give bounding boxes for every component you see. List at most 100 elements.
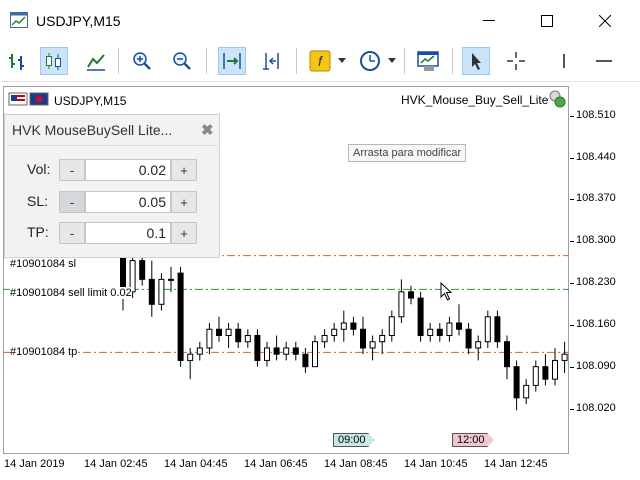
candle-body: [302, 353, 309, 368]
maximize-button[interactable]: [534, 8, 560, 34]
candle-body: [264, 347, 270, 361]
vol-label: Vol:: [27, 161, 51, 177]
periods-icon[interactable]: [356, 47, 384, 75]
price-tick-mark: [570, 158, 574, 159]
templates-icon[interactable]: [414, 47, 442, 75]
toolbar-separator: [118, 48, 119, 74]
tp-minus-button[interactable]: -: [59, 222, 85, 244]
close-button[interactable]: [592, 8, 618, 34]
time-tick: 14 Jan 08:45: [324, 458, 388, 470]
symbol-flag-icon: [8, 92, 50, 109]
vol-field[interactable]: 0.02: [85, 159, 171, 181]
zoom-out-icon[interactable]: [168, 47, 196, 75]
candle-body: [321, 334, 328, 343]
price-tick-mark: [570, 409, 574, 410]
candle-body: [273, 347, 280, 355]
horizontal-line-icon[interactable]: [590, 47, 618, 75]
expert-advisor-label: HVK_Mouse_Buy_Sell_Lite: [401, 93, 549, 107]
candle-body: [158, 278, 165, 305]
panel-title[interactable]: HVK MouseBuySell Lite...: [12, 122, 172, 138]
candle-body: [225, 328, 232, 336]
candle-body: [206, 328, 213, 349]
vertical-line-icon[interactable]: [550, 47, 578, 75]
candle-body: [398, 291, 405, 318]
panel-close-icon[interactable]: ✖: [201, 121, 214, 139]
candle-body: [542, 366, 549, 380]
time-tick: 14 Jan 06:45: [244, 458, 308, 470]
trade-panel[interactable]: HVK MouseBuySell Lite... ✖ Vol: - 0.02 +…: [4, 114, 220, 258]
sl-field[interactable]: 0.05: [85, 191, 171, 213]
drag-tooltip: Arrasta para modificar: [348, 144, 467, 162]
candle-body: [513, 366, 520, 399]
toolbar-separator: [296, 48, 297, 74]
candle-body: [139, 260, 146, 280]
chart-symbol-header: USDJPY,M15: [8, 92, 126, 109]
panel-body: Vol: - 0.02 + SL: - 0.05 + TP: - 0.1 +: [9, 145, 217, 253]
candle-body: [379, 334, 386, 343]
time-axis[interactable]: 14 Jan 2019 14 Jan 02:45 14 Jan 04:45 14…: [0, 454, 640, 480]
candle-body: [417, 297, 424, 336]
time-tick: 14 Jan 04:45: [164, 458, 228, 470]
candle-body: [446, 322, 453, 336]
candle-body: [494, 316, 501, 343]
price-tick-mark: [570, 325, 574, 326]
sl-plus-button[interactable]: +: [171, 191, 197, 213]
autoscroll-icon[interactable]: [258, 47, 286, 75]
time-badge: 12:00: [452, 433, 494, 447]
candle-body: [369, 341, 376, 349]
bar-chart-icon[interactable]: [4, 47, 32, 75]
price-tick: 108.020: [576, 402, 616, 414]
price-tick: 108.160: [576, 318, 616, 330]
candle-body: [408, 291, 414, 299]
candlestick-icon[interactable]: [40, 47, 68, 75]
order-sl-label[interactable]: #10901084 sl: [10, 258, 77, 270]
minimize-button[interactable]: [476, 8, 502, 34]
vol-plus-button[interactable]: +: [171, 159, 197, 181]
price-tick: 108.300: [576, 234, 616, 246]
candle-body: [292, 347, 299, 355]
candle-body: [427, 328, 434, 336]
window-title: USDJPY,M15: [36, 13, 121, 29]
cursor-icon[interactable]: [462, 47, 490, 75]
indicators-icon[interactable]: f: [306, 47, 334, 75]
tp-plus-button[interactable]: +: [171, 222, 197, 244]
title-bar: USDJPY,M15: [0, 0, 640, 42]
chevron-down-icon[interactable]: [338, 58, 346, 63]
candle-body: [561, 353, 568, 361]
candle-body: [312, 341, 318, 368]
price-tick: 108.230: [576, 276, 616, 288]
candle-body: [350, 322, 357, 330]
candle-body: [331, 328, 338, 336]
time-tick: 14 Jan 2019: [4, 458, 65, 470]
price-tick: 108.440: [576, 151, 616, 163]
crosshair-icon[interactable]: [502, 47, 530, 75]
price-tick: 108.090: [576, 360, 616, 372]
price-tick-mark: [570, 241, 574, 242]
time-badge: 09:00: [333, 433, 375, 447]
candle-body: [148, 278, 155, 305]
sl-label: SL:: [27, 193, 49, 209]
candle-body: [235, 328, 242, 343]
candle-body: [388, 316, 395, 336]
tp-field[interactable]: 0.1: [85, 222, 171, 244]
vol-minus-button[interactable]: -: [59, 159, 85, 181]
candle-body: [504, 341, 510, 368]
candle-body: [552, 359, 558, 380]
line-chart-icon[interactable]: [82, 47, 110, 75]
order-tp-label[interactable]: #10901084 tp: [10, 346, 78, 358]
candle-body: [177, 272, 184, 361]
price-tick: 108.370: [576, 192, 616, 204]
candle-body: [168, 278, 174, 281]
chevron-down-icon[interactable]: [388, 58, 396, 63]
price-tick-mark: [570, 283, 574, 284]
chart-shift-icon[interactable]: [218, 47, 246, 75]
sl-minus-button[interactable]: -: [59, 191, 85, 213]
candle-body: [216, 328, 222, 336]
candle-body: [475, 341, 482, 349]
order-entry-label[interactable]: #10901084 sell limit 0.02: [10, 287, 132, 299]
zoom-in-icon[interactable]: [128, 47, 156, 75]
time-tick: 14 Jan 12:45: [484, 458, 548, 470]
price-axis[interactable]: 108.510 108.440 108.370 108.300 108.230 …: [570, 86, 640, 454]
candle-body: [187, 353, 194, 361]
candle-body: [340, 322, 347, 330]
